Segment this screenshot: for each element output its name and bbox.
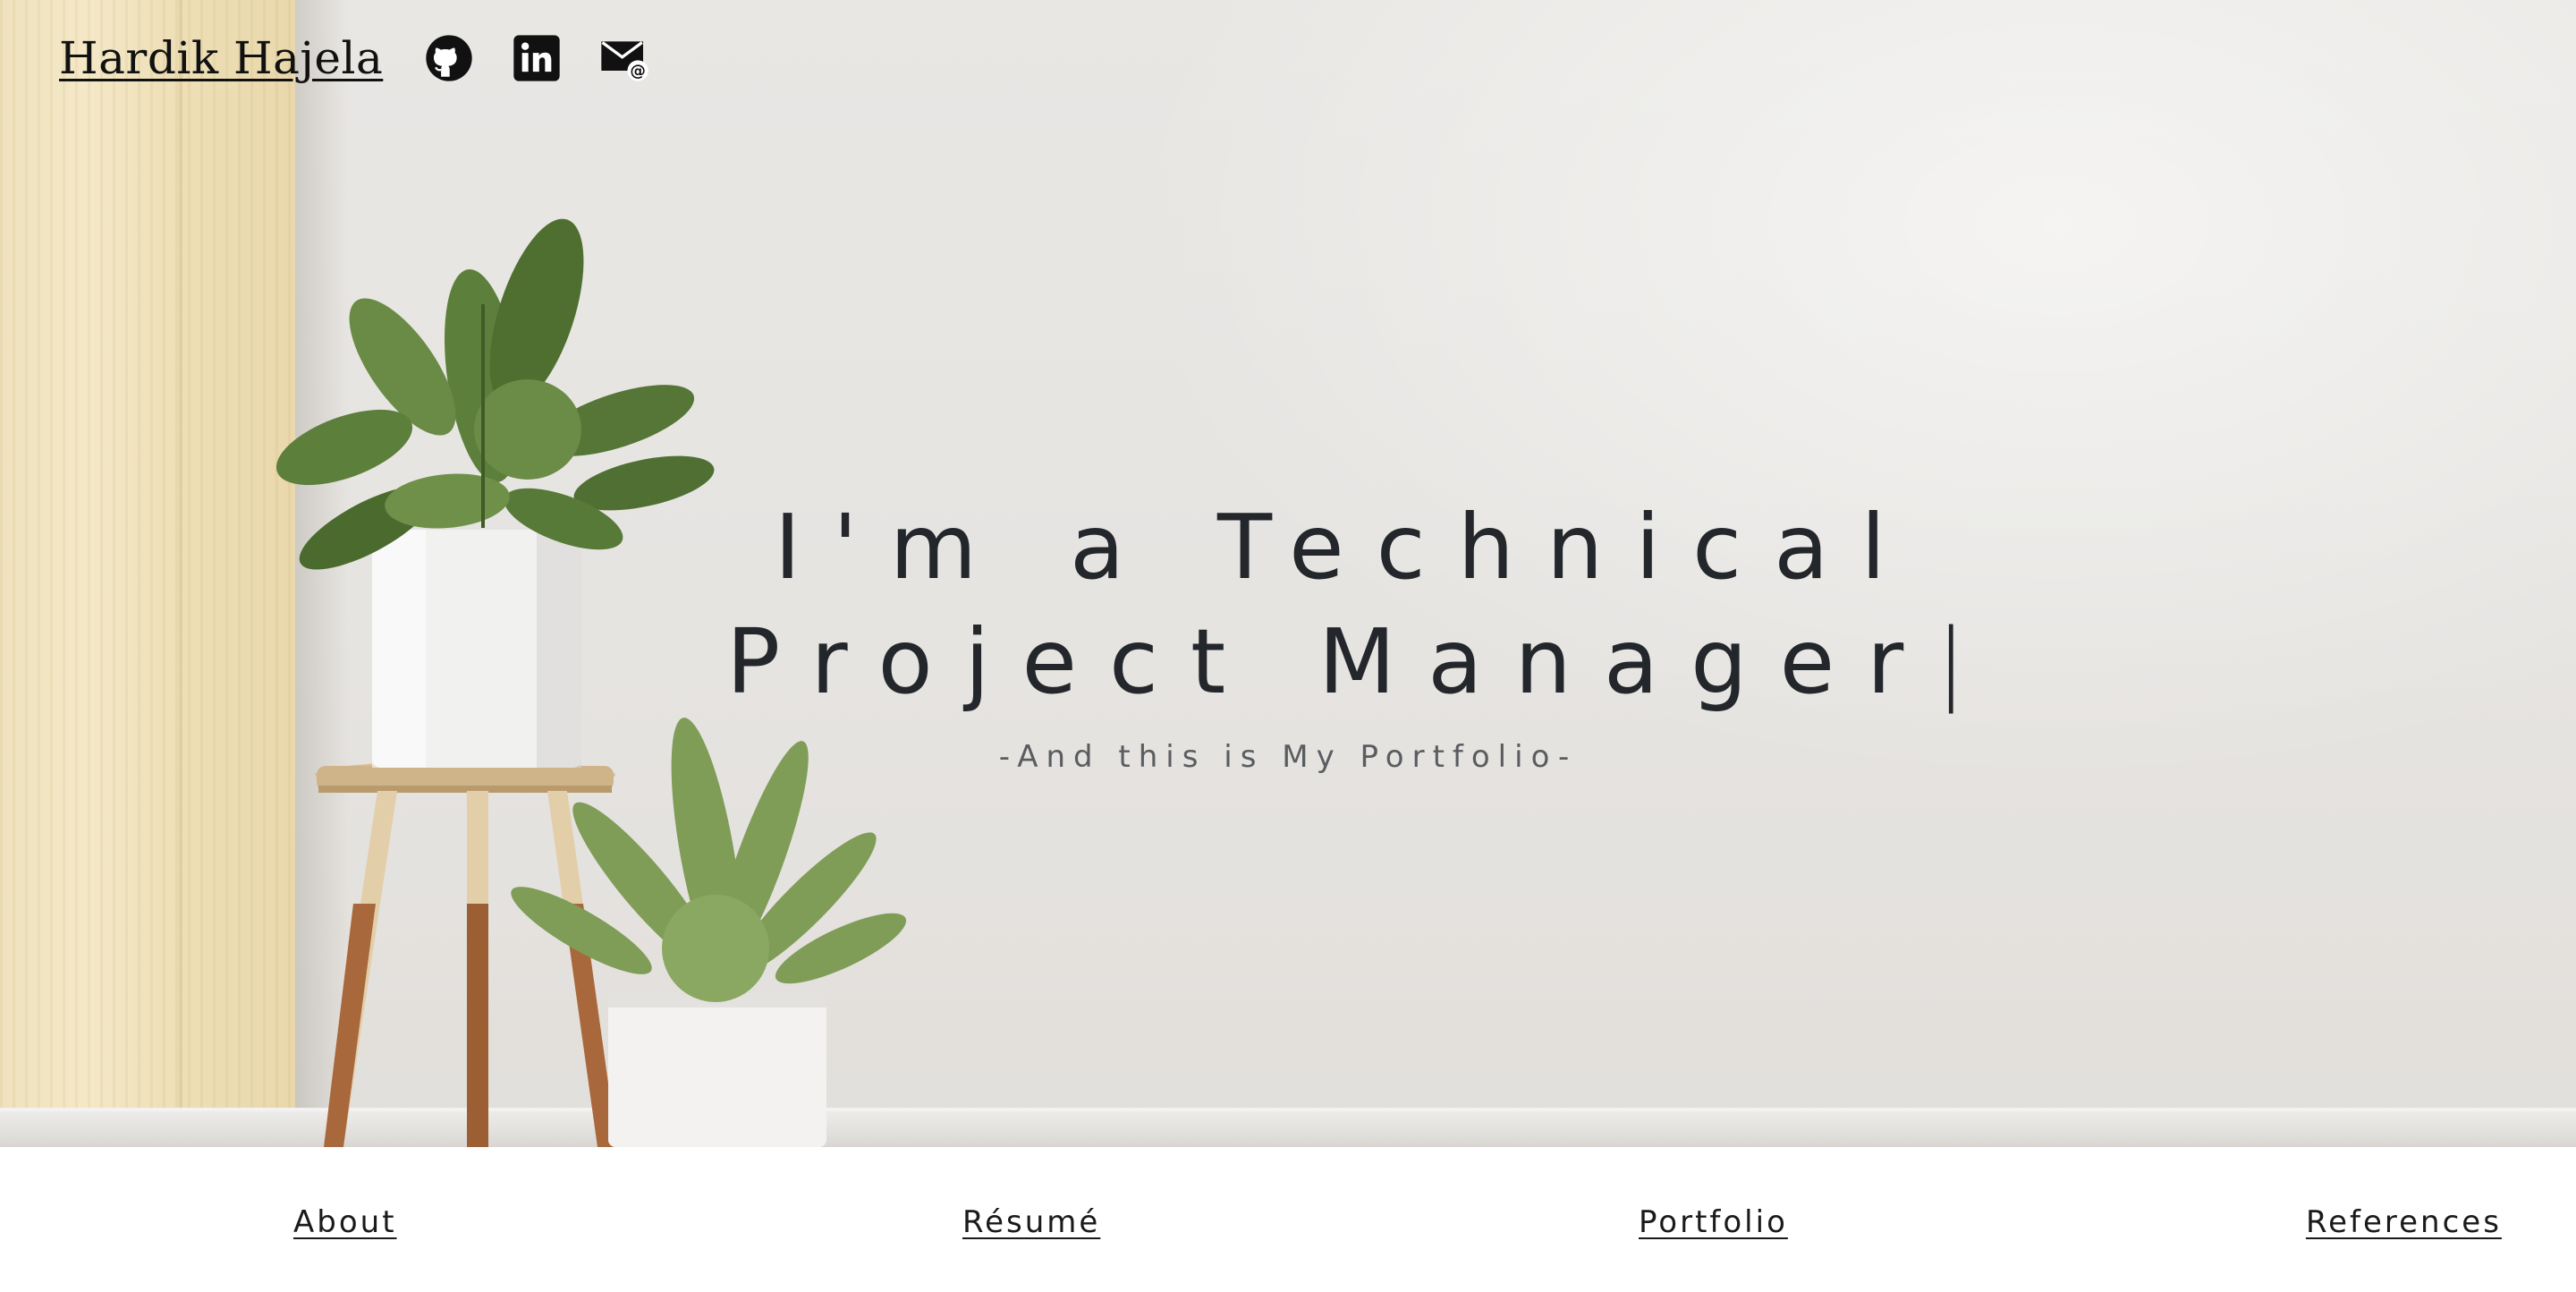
- brand-name-link[interactable]: Hardik Hajela: [59, 32, 383, 84]
- hero-headline: I'm a Technical Project Manager|: [0, 490, 2576, 719]
- svg-text:@: @: [631, 63, 647, 81]
- hero-subtitle: -And this is My Portfolio-: [998, 739, 1578, 775]
- top-header: Hardik Hajela @: [59, 27, 649, 89]
- nav-link-resume[interactable]: Résumé: [962, 1204, 1100, 1240]
- headline-line-2: Project Manager|: [0, 605, 2576, 719]
- nav-link-references[interactable]: References: [2306, 1204, 2502, 1240]
- typing-cursor: |: [1936, 609, 1966, 714]
- nav-link-about[interactable]: About: [293, 1204, 397, 1240]
- social-links: @: [424, 33, 649, 83]
- headline-line-2-text: Project Manager: [726, 609, 1936, 714]
- headline-line-1: I'm a Technical: [774, 495, 1919, 599]
- wooden-stool: [315, 761, 617, 1147]
- github-icon[interactable]: [424, 33, 474, 83]
- bottom-nav: About Résumé Portfolio References: [0, 1147, 2576, 1292]
- white-pot-small: [608, 993, 826, 1147]
- linkedin-icon[interactable]: [512, 33, 562, 83]
- nav-link-portfolio[interactable]: Portfolio: [1639, 1204, 1788, 1240]
- email-icon[interactable]: @: [599, 33, 649, 83]
